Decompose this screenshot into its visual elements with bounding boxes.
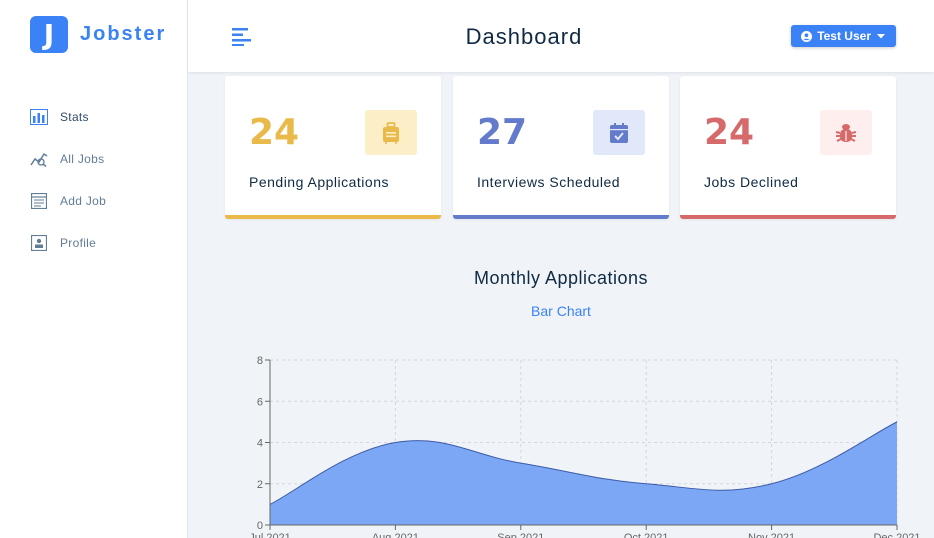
bug-icon: [835, 123, 857, 142]
y-tick-label: 0: [257, 520, 263, 532]
stat-count: 27: [477, 112, 528, 153]
line-chart-icon: [30, 150, 48, 168]
sidebar-item-label: All Jobs: [60, 152, 105, 166]
user-circle-icon: [801, 30, 813, 42]
sidebar-item-all-jobs[interactable]: All Jobs: [30, 148, 106, 170]
x-tick-label: Jul 2021: [249, 532, 291, 538]
chart-type-toggle-button[interactable]: Bar Chart: [188, 303, 934, 319]
x-tick-label: Dec 2021: [873, 532, 920, 538]
stat-card-interviews: 27 Interviews Scheduled: [453, 76, 669, 219]
x-tick-label: Nov 2021: [748, 532, 795, 538]
sidebar-item-label: Add Job: [60, 194, 107, 208]
stat-icon-box: [365, 110, 417, 155]
y-tick-label: 6: [257, 396, 263, 408]
chart-title: Monthly Applications: [473, 268, 649, 288]
sidebar-item-add-job[interactable]: Add Job: [30, 190, 106, 212]
stat-label: Interviews Scheduled: [477, 174, 621, 190]
suitcase-icon: [383, 121, 399, 144]
monthly-applications-chart: 0 2 4 6 8 Jul 2021 Aug 2021 Sep 2021 Oct 2021 Nov…: [249, 355, 920, 538]
bar-chart-icon: [30, 108, 48, 126]
stat-label: Jobs Declined: [704, 174, 799, 190]
page-title: Dashboard: [465, 24, 583, 49]
x-tick-label: Oct 2021: [624, 532, 669, 538]
stat-card-declined: 24 Jobs Declined: [680, 76, 896, 219]
stat-label: Pending Applications: [249, 174, 389, 190]
caret-down-icon: [877, 34, 885, 39]
stat-icon-box: [820, 110, 872, 155]
form-icon: [30, 192, 48, 210]
stat-count: 24: [249, 112, 300, 153]
logo-text: Jobster: [80, 23, 167, 45]
y-tick-label: 2: [257, 479, 263, 491]
x-tick-label: Sep 2021: [497, 532, 544, 538]
stat-accent-bar: [453, 215, 669, 219]
stat-accent-bar: [680, 215, 896, 219]
calendar-check-icon: [610, 122, 628, 143]
sidebar-nav: Stats All Jobs Add Job Profile: [30, 106, 106, 274]
y-tick-label: 4: [257, 438, 263, 450]
y-tick-label: 8: [257, 355, 263, 367]
sidebar-item-stats[interactable]: Stats: [30, 106, 106, 128]
stat-card-pending: 24 Pending Applications: [225, 76, 441, 219]
stat-count: 24: [704, 112, 755, 153]
x-tick-label: Aug 2021: [372, 532, 419, 538]
logo-mark: J: [30, 16, 68, 53]
sidebar: J Jobster Stats All Jobs Add Job Profile: [0, 0, 188, 538]
sidebar-item-label: Profile: [60, 236, 97, 250]
stat-accent-bar: [225, 215, 441, 219]
sidebar-item-profile[interactable]: Profile: [30, 232, 106, 254]
user-menu-button[interactable]: Test User: [791, 25, 896, 47]
sidebar-item-label: Stats: [60, 110, 89, 124]
id-card-icon: [30, 234, 48, 252]
stat-icon-box: [593, 110, 645, 155]
logo[interactable]: J Jobster: [30, 16, 166, 53]
user-name: Test User: [817, 29, 871, 43]
top-navbar: Dashboard Test User: [188, 0, 934, 72]
